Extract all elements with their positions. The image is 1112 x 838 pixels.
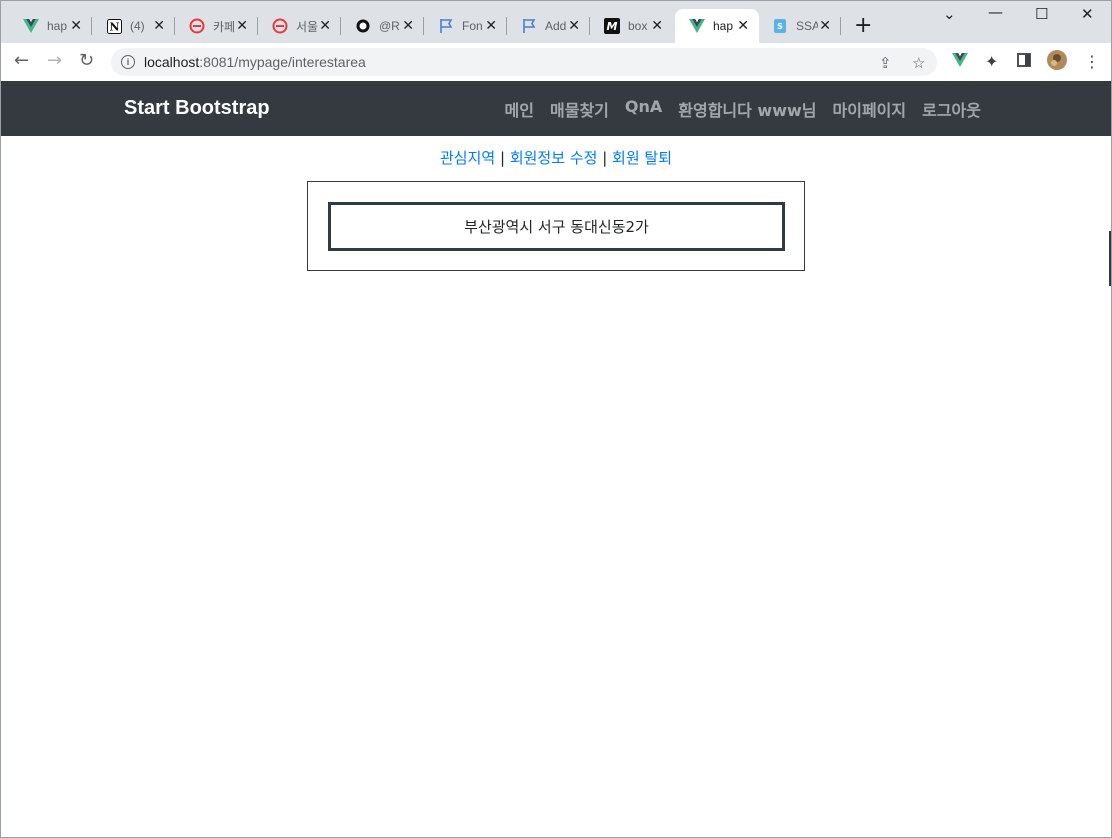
tab-title: Fon bbox=[462, 19, 483, 33]
brand-logo[interactable]: Start Bootstrap bbox=[124, 97, 270, 120]
close-icon[interactable]: ✕ bbox=[236, 19, 248, 33]
tab-title: (4) bbox=[130, 19, 145, 33]
close-icon[interactable]: ✕ bbox=[737, 19, 749, 33]
nav-links: 메인 매물찾기 QnA 환영합니다 www님 마이페이지 로그아웃 bbox=[505, 97, 981, 121]
nav-link-find-property[interactable]: 매물찾기 bbox=[550, 97, 609, 121]
m-logo-icon: M bbox=[604, 18, 620, 34]
address-bar[interactable]: i localhost:8081/mypage/interestarea ⇪ ☆ bbox=[111, 48, 937, 76]
menu-icon[interactable]: ⋮ bbox=[1084, 52, 1100, 71]
tab-title: hap bbox=[47, 19, 68, 33]
minimize-button[interactable]: — bbox=[988, 3, 1003, 21]
flag-icon bbox=[521, 18, 537, 34]
subnav-separator: | bbox=[499, 149, 506, 167]
browser-toolbar: ← → ↻ i localhost:8081/mypage/interestar… bbox=[1, 43, 1111, 82]
tab-2[interactable]: N (4) ✕ bbox=[92, 9, 175, 43]
tab-title: SSA bbox=[796, 19, 818, 33]
extensions-icon[interactable]: ✦ bbox=[985, 52, 998, 71]
close-icon[interactable]: ✕ bbox=[651, 19, 663, 33]
forward-icon[interactable]: → bbox=[47, 51, 62, 71]
tab-7[interactable]: Add ✕ bbox=[507, 9, 590, 43]
nav-link-main[interactable]: 메인 bbox=[505, 97, 534, 121]
tab-4[interactable]: 서울 ✕ bbox=[258, 9, 341, 43]
subnav-edit-profile[interactable]: 회원정보 수정 bbox=[510, 149, 598, 167]
doc-icon: S bbox=[772, 18, 788, 34]
close-icon[interactable]: ✕ bbox=[402, 19, 414, 33]
window-close-button[interactable]: ✕ bbox=[1081, 5, 1094, 23]
tab-title: 서울 bbox=[296, 19, 318, 34]
info-icon[interactable]: i bbox=[121, 55, 135, 69]
side-panel-icon[interactable] bbox=[1017, 52, 1031, 71]
reload-icon[interactable]: ↻ bbox=[79, 51, 94, 71]
nav-link-qna[interactable]: QnA bbox=[625, 97, 662, 121]
tab-title: hap bbox=[713, 19, 734, 33]
interest-area-box: 부산광역시 서구 동대신동2가 bbox=[307, 181, 805, 271]
notion-icon: N bbox=[106, 18, 122, 34]
red-circle-icon bbox=[272, 18, 288, 34]
tab-5[interactable]: @R ✕ bbox=[341, 9, 424, 43]
tab-10[interactable]: S SSA ✕ bbox=[758, 9, 841, 43]
new-tab-button[interactable]: + bbox=[854, 15, 872, 37]
maximize-button[interactable]: ☐ bbox=[1035, 5, 1048, 23]
tab-8[interactable]: M box ✕ bbox=[590, 9, 673, 43]
tab-title: 카페 bbox=[213, 19, 235, 34]
star-icon[interactable]: ☆ bbox=[912, 54, 925, 72]
subnav-separator: | bbox=[602, 149, 608, 167]
back-icon[interactable]: ← bbox=[14, 51, 29, 71]
flag-icon bbox=[438, 18, 454, 34]
close-icon[interactable]: ✕ bbox=[568, 19, 580, 33]
tab-title: @R bbox=[379, 19, 400, 33]
vue-icon bbox=[689, 18, 705, 34]
svg-text:M: M bbox=[607, 20, 618, 33]
nav-link-logout[interactable]: 로그아웃 bbox=[922, 97, 981, 121]
subnav-withdraw[interactable]: 회원 탈퇴 bbox=[612, 149, 672, 167]
page-edge bbox=[1109, 231, 1111, 286]
avatar[interactable] bbox=[1047, 50, 1067, 74]
share-icon[interactable]: ⇪ bbox=[879, 54, 892, 72]
close-icon[interactable]: ✕ bbox=[70, 19, 82, 33]
vue-devtools-icon[interactable] bbox=[952, 52, 968, 71]
tab-title: box bbox=[628, 19, 648, 33]
vue-icon bbox=[23, 18, 39, 34]
svg-text:S: S bbox=[777, 22, 783, 31]
svg-text:N: N bbox=[109, 20, 119, 33]
url-text[interactable]: localhost:8081/mypage/interestarea bbox=[144, 54, 366, 70]
chevron-down-icon[interactable]: ⌄ bbox=[943, 5, 956, 23]
close-icon[interactable]: ✕ bbox=[485, 19, 497, 33]
nav-link-mypage[interactable]: 마이페이지 bbox=[833, 97, 907, 121]
close-icon[interactable]: ✕ bbox=[153, 19, 165, 33]
tab-strip: hap ✕ N (4) ✕ 카페 ✕ 서울 ✕ @R ✕ Fon ✕ Add ✕… bbox=[1, 1, 1111, 43]
red-circle-icon bbox=[189, 18, 205, 34]
tab-6[interactable]: Fon ✕ bbox=[424, 9, 507, 43]
circle-logo-icon bbox=[355, 18, 371, 34]
site-navbar: Start Bootstrap 메인 매물찾기 QnA 환영합니다 www님 마… bbox=[1, 81, 1111, 136]
interest-area-item[interactable]: 부산광역시 서구 동대신동2가 bbox=[328, 202, 785, 251]
tab-9-active[interactable]: hap ✕ bbox=[675, 9, 759, 43]
close-icon[interactable]: ✕ bbox=[319, 19, 331, 33]
nav-welcome-text: 환영합니다 www님 bbox=[678, 101, 817, 120]
mypage-subnav: 관심지역 | 회원정보 수정 | 회원 탈퇴 bbox=[1, 147, 1111, 168]
tab-title: Add bbox=[545, 19, 567, 33]
subnav-interest-area[interactable]: 관심지역 bbox=[440, 149, 495, 167]
tab-3[interactable]: 카페 ✕ bbox=[175, 9, 258, 43]
tab-1[interactable]: hap ✕ bbox=[9, 9, 92, 43]
browser-window: hap ✕ N (4) ✕ 카페 ✕ 서울 ✕ @R ✕ Fon ✕ Add ✕… bbox=[0, 0, 1112, 838]
close-icon[interactable]: ✕ bbox=[819, 19, 831, 33]
